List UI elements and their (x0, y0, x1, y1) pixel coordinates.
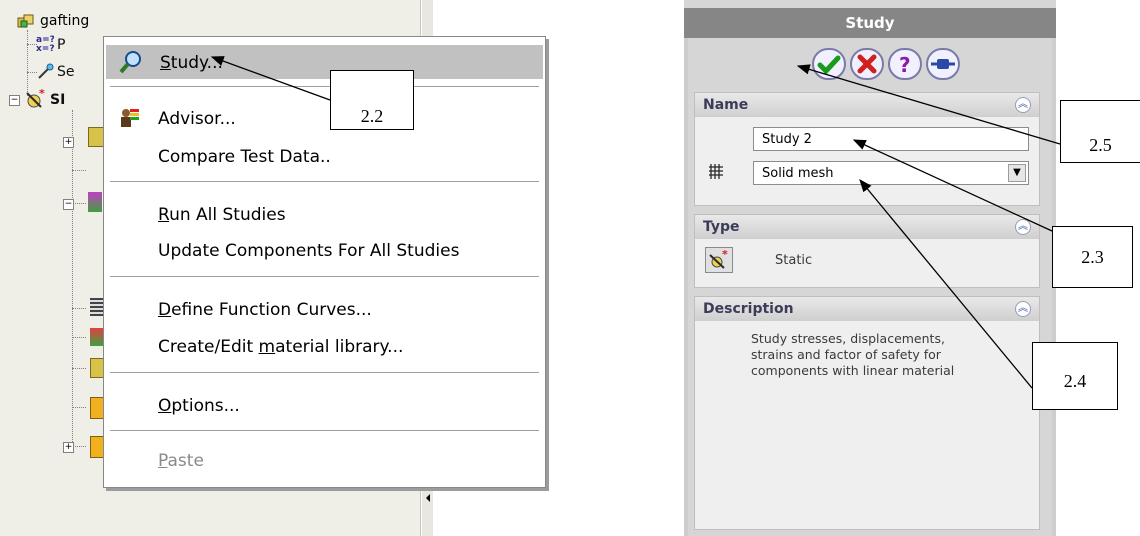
context-menu: Study... Advisor... Compare Test Data.. … (103, 36, 546, 488)
ok-check-icon (817, 55, 841, 75)
pin-icon (931, 59, 955, 69)
tree-item-sensors-label: Se (57, 64, 75, 80)
mesh-icon (90, 298, 104, 316)
group-header[interactable]: Type ︽ (695, 215, 1039, 239)
menu-item-update-components[interactable]: Update Components For All Studies (104, 233, 545, 267)
tree-expand-toggle[interactable]: + (63, 442, 74, 453)
part-icon (17, 14, 34, 28)
tree-connector (72, 308, 86, 309)
menu-item-material-library[interactable]: Create/Edit material library... (104, 329, 545, 363)
tree-item-study-label: SI (50, 92, 66, 108)
tree-root-item[interactable]: gafting (16, 11, 89, 31)
svg-text:?: ? (899, 53, 911, 77)
tree-connector (72, 170, 86, 171)
tree-connector (72, 368, 86, 369)
tree-root-label: gafting (40, 13, 90, 29)
results-icon (90, 328, 104, 346)
chevron-down-icon[interactable]: ▼ (1008, 164, 1026, 182)
tree-connector (72, 203, 86, 204)
advisor-icon (121, 109, 139, 127)
menu-item-paste[interactable]: Paste (104, 443, 545, 477)
menu-separator (110, 276, 539, 277)
magnifier-icon (119, 51, 141, 74)
study-type-label: Static (775, 253, 813, 268)
description-group: Description ︽ Study stresses, displaceme… (694, 296, 1040, 530)
callout-label: 2.4 (1032, 342, 1118, 410)
callout-text: 2.3 (1081, 247, 1104, 267)
menu-item-label: Run All Studies (158, 205, 286, 225)
fixture-icon (88, 192, 102, 212)
static-type-button[interactable]: * (705, 247, 733, 273)
svg-text:*: * (722, 248, 728, 261)
tree-connector (27, 30, 28, 96)
study-name-input[interactable]: Study 2 (753, 127, 1029, 151)
tree-collapse-toggle[interactable]: − (9, 95, 20, 106)
type-group: Type ︽ * Static (694, 214, 1040, 288)
menu-item-compare-test-data[interactable]: Compare Test Data.. (104, 139, 545, 173)
mesh-grid-icon (709, 164, 723, 179)
tree-connector (72, 407, 86, 408)
svg-text:*: * (39, 88, 45, 100)
menu-item-label: Paste (158, 451, 204, 471)
group-header[interactable]: Description ︽ (695, 297, 1039, 321)
tree-connector (72, 446, 86, 447)
ok-button[interactable] (812, 48, 846, 80)
menu-item-label: Update Components For All Studies (158, 241, 460, 261)
static-study-icon: * (709, 248, 728, 269)
menu-item-advisor[interactable]: Advisor... (104, 101, 545, 135)
menu-item-options[interactable]: Options... (104, 388, 545, 422)
group-title: Name (703, 97, 749, 113)
menu-item-study[interactable]: Study... (106, 45, 543, 79)
collapse-icon[interactable]: ︽ (1015, 219, 1031, 235)
tree-item-parameters-label: P (57, 37, 66, 53)
group-title: Type (703, 219, 740, 235)
pin-button[interactable] (926, 48, 960, 80)
cancel-button[interactable] (850, 48, 884, 80)
svg-text:x=?: x=? (36, 44, 54, 52)
menu-item-label: Advisor... (158, 109, 236, 129)
menu-item-label: Create/Edit material library... (158, 337, 404, 357)
help-question-icon: ? (899, 53, 911, 77)
callout-label: 2.5 (1060, 100, 1140, 163)
callout-label: 2.3 (1052, 226, 1133, 288)
menu-separator (110, 372, 539, 373)
menu-item-run-all-studies[interactable]: Run All Studies (104, 197, 545, 231)
callout-text: 2.4 (1063, 371, 1087, 391)
study-property-manager: Study ? Name ︽ Study 2 Solid mesh ▼ Type… (684, 0, 1056, 536)
study-node-icon: * (26, 88, 45, 108)
menu-item-label: Options... (158, 396, 240, 416)
menu-separator (110, 181, 539, 182)
collapse-icon[interactable]: ︽ (1015, 97, 1031, 113)
parameters-icon: a=? x=? (36, 35, 54, 52)
mesh-type-value: Solid mesh (762, 166, 834, 181)
sensors-icon (38, 63, 54, 79)
tree-connector (72, 337, 86, 338)
panel-border (684, 38, 688, 536)
help-button[interactable]: ? (888, 48, 922, 80)
tree-collapse-toggle[interactable]: − (63, 199, 74, 210)
menu-item-label: Compare Test Data.. (158, 147, 331, 167)
panel-title: Study (684, 8, 1056, 38)
study-description-text: Study stresses, displacements, strains a… (751, 331, 955, 378)
group-title: Description (703, 301, 794, 317)
menu-item-label: Study... (160, 53, 223, 73)
cancel-x-icon (857, 54, 877, 74)
tree-connector (72, 110, 73, 450)
menu-item-define-function-curves[interactable]: Define Function Curves... (104, 292, 545, 326)
menu-item-label: Define Function Curves... (158, 300, 372, 320)
tree-expand-toggle[interactable]: + (63, 137, 74, 148)
name-group: Name ︽ Study 2 Solid mesh ▼ (694, 92, 1040, 206)
group-header[interactable]: Name ︽ (695, 93, 1039, 117)
collapse-icon[interactable]: ︽ (1015, 301, 1031, 317)
mesh-type-select[interactable]: Solid mesh ▼ (753, 161, 1029, 185)
menu-separator (110, 430, 539, 431)
callout-text: 2.2 (360, 106, 384, 126)
callout-text: 2.5 (1089, 135, 1112, 155)
menu-separator (110, 86, 539, 87)
callout-label: 2.2 (330, 70, 414, 130)
